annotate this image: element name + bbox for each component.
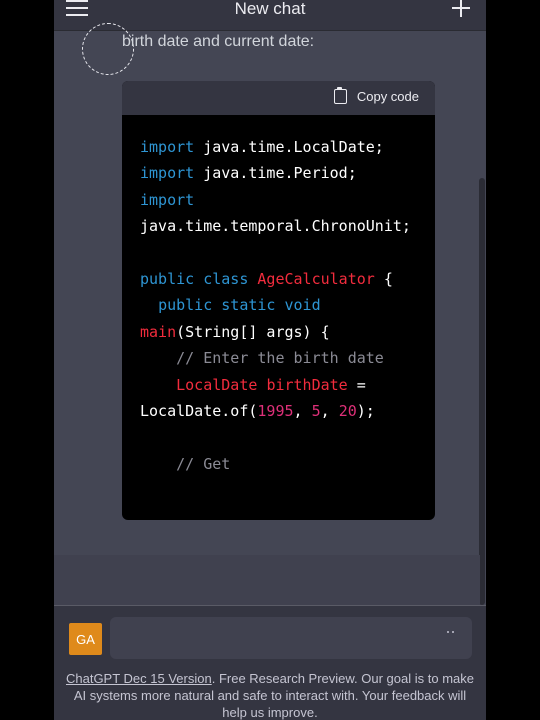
code-token: import [140, 138, 195, 156]
version-link[interactable]: ChatGPT Dec 15 Version [66, 671, 212, 686]
page-title: New chat [234, 0, 306, 18]
code-token: 1995 [257, 401, 294, 420]
code-token: java.time.LocalDate; [194, 138, 384, 156]
code-token: java.time.temporal.ChronoUnit; [140, 217, 411, 236]
assistant-message-text: birth date and current date: [122, 33, 315, 50]
footer-note: ChatGPT Dec 15 Version. Free Research Pr… [64, 670, 476, 720]
code-token: 5 [311, 401, 321, 420]
code-line: LocalDate.of(1995, 5, 20); [140, 398, 435, 424]
conversation-bottom [54, 555, 480, 606]
code-token: // Enter the birth date [176, 349, 384, 368]
code-token: void [284, 296, 321, 315]
code-block: Copy code import java.time.LocalDate; imp… [122, 81, 435, 520]
code-token: (String[] args) { [176, 322, 330, 341]
code-token: 20 [338, 401, 357, 420]
code-content: import java.time.LocalDate; import java.t… [122, 115, 435, 477]
code-token: import [140, 164, 195, 183]
code-line: public class AgeCalculator { [140, 266, 435, 292]
code-token: // Get [176, 454, 231, 473]
code-token: java.time.Period; [194, 164, 357, 183]
code-token: public [140, 269, 195, 288]
scrollbar[interactable] [479, 178, 485, 605]
code-token: public [158, 296, 213, 315]
code-token: = [347, 375, 366, 394]
code-line: import [140, 187, 435, 213]
code-token: , [320, 401, 339, 420]
code-token: ); [356, 401, 375, 420]
code-line: import java.time.LocalDate; [140, 134, 435, 160]
code-token: static [221, 296, 276, 315]
code-token: , [293, 401, 312, 420]
avatar: GA [69, 623, 102, 655]
code-token: LocalDate [176, 375, 258, 394]
code-line: LocalDate birthDate = [140, 372, 435, 398]
code-token: import [140, 190, 195, 209]
dots-icon [447, 631, 454, 633]
composer-footer: GA ChatGPT Dec 15 Version. Free Research… [54, 606, 486, 720]
clipboard-icon [333, 87, 347, 104]
message-input[interactable] [110, 617, 472, 659]
copy-code-button[interactable]: Copy code [333, 87, 419, 104]
code-line: public static void [140, 292, 435, 318]
code-token: LocalDate.of( [140, 401, 258, 420]
chat-app: New chat birth date and current date: Co… [54, 0, 486, 720]
code-token: class [203, 269, 249, 288]
copy-code-label: Copy code [356, 89, 419, 104]
code-token: main [140, 322, 177, 341]
code-token: { [374, 269, 393, 288]
code-line: // Enter the birth date [140, 345, 435, 371]
code-token: birthDate [266, 375, 348, 394]
code-token: AgeCalculator [257, 269, 375, 288]
code-block-header: Copy code [122, 81, 435, 115]
code-line: // Get [140, 451, 435, 477]
code-line: java.time.temporal.ChronoUnit; [140, 213, 435, 239]
code-line: import java.time.Period; [140, 160, 435, 186]
plus-icon[interactable] [452, 0, 470, 17]
code-line: main(String[] args) { [140, 319, 435, 345]
